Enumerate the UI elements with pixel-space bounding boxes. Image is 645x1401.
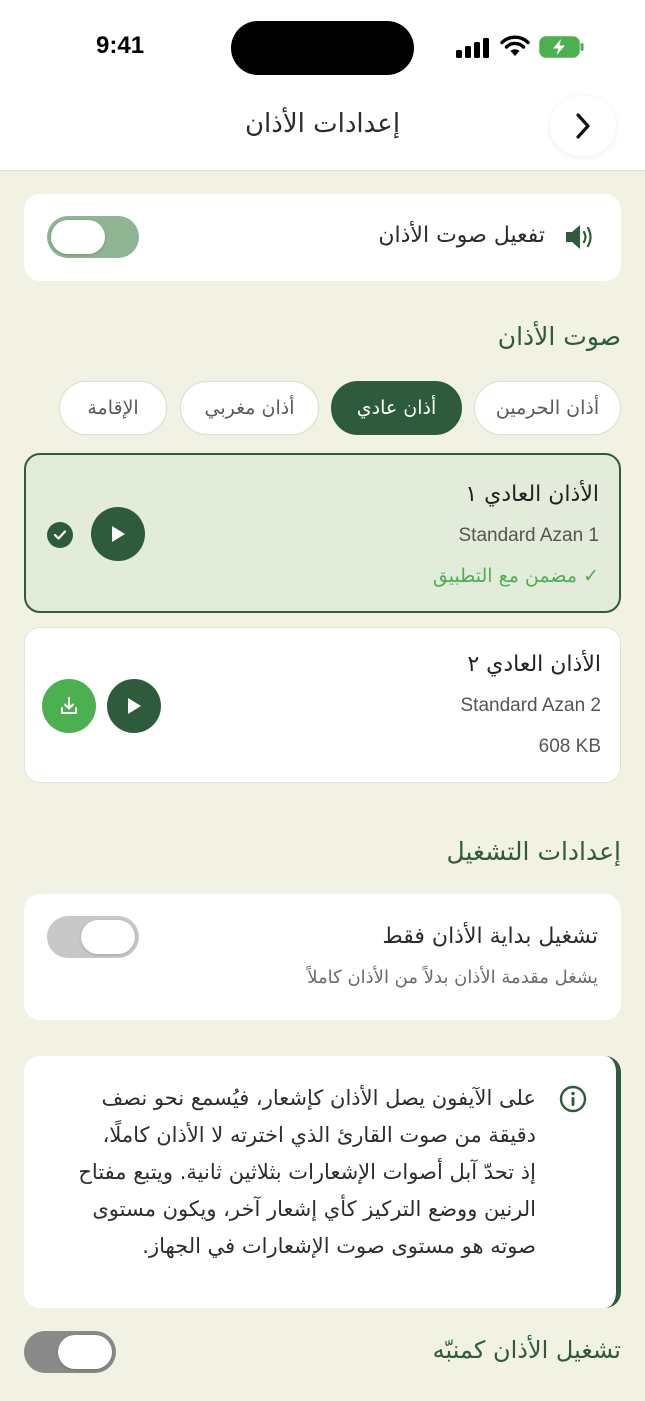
azan-item-2[interactable]: الأذان العادي ٢ Standard Azan 2 608 KB: [24, 627, 621, 783]
play-icon: [128, 698, 141, 714]
start-only-label: تشغيل بداية الأذان فقط: [382, 924, 598, 949]
notice-line: دقيقة من صوت القارئ الذي اخترته لا الأذا…: [102, 1123, 536, 1147]
chip-moroccan[interactable]: أذان مغربي: [180, 381, 319, 435]
ios-notice-text: على الآيفون يصل الأذان كإشعار، فيُسمع نح…: [36, 1080, 536, 1265]
notice-line: الرنين ووضع التركيز كأي إشعار آخر، ويكون…: [92, 1197, 536, 1221]
download-button[interactable]: [42, 679, 96, 733]
download-icon: [61, 697, 77, 714]
ios-notice-card: على الآيفون يصل الأذان كإشعار، فيُسمع نح…: [24, 1056, 621, 1308]
notice-line: صوته هو مستوى صوت الإشعارات في الجهاز.: [142, 1234, 536, 1258]
header: إعدادات الأذان: [0, 95, 645, 171]
info-icon: [559, 1085, 587, 1113]
play-button[interactable]: [107, 679, 161, 733]
back-button[interactable]: [550, 96, 616, 156]
play-icon: [112, 526, 125, 542]
azan-item-title: الأذان العادي ١: [465, 482, 599, 507]
chip-haramain[interactable]: أذان الحرمين: [474, 381, 621, 435]
toggle-knob: [58, 1335, 112, 1369]
azan-item-1[interactable]: الأذان العادي ١ Standard Azan 1 ✓ مضمن م…: [24, 453, 621, 613]
speaker-icon: [566, 225, 592, 249]
start-only-toggle[interactable]: [47, 916, 139, 958]
azan-item-subtitle: Standard Azan 1: [458, 525, 600, 546]
alarm-toggle-label: تشغيل الأذان كمنبّه: [432, 1336, 621, 1364]
azan-sound-toggle[interactable]: [47, 216, 139, 258]
play-button[interactable]: [91, 507, 145, 561]
wifi-icon: [500, 35, 530, 56]
signal-icon: [456, 36, 492, 58]
chip-iqama[interactable]: الإقامة: [59, 381, 167, 435]
bundled-label: ✓ مضمن مع التطبيق: [432, 565, 599, 587]
start-only-description: يشغل مقدمة الأذان بدلاً من الأذان كاملاً: [307, 967, 598, 988]
status-bar: 9:41: [0, 0, 645, 95]
toggle-knob: [81, 920, 135, 954]
status-time: 9:41: [96, 32, 145, 59]
toggle-knob: [51, 220, 105, 254]
azan-sound-toggle-label: تفعيل صوت الأذان: [378, 223, 545, 248]
notice-line: إذ تحدّ آبل أصوات الإشعارات بثلاثين ثاني…: [78, 1160, 536, 1184]
azan-sound-section-title: صوت الأذان: [497, 322, 621, 351]
azan-item-title: الأذان العادي ٢: [467, 652, 601, 677]
azan-sound-toggle-card: تفعيل صوت الأذان: [24, 194, 621, 281]
notice-line: على الآيفون يصل الأذان كإشعار، فيُسمع نح…: [101, 1086, 536, 1110]
chip-standard[interactable]: أذان عادي: [331, 381, 462, 435]
file-size-label: 608 KB: [538, 736, 601, 757]
dynamic-island: [231, 21, 414, 75]
playback-section-title: إعدادات التشغيل: [446, 837, 621, 866]
start-only-card: تشغيل بداية الأذان فقط يشغل مقدمة الأذان…: [24, 894, 621, 1020]
azan-item-subtitle: Standard Azan 2: [460, 695, 602, 716]
alarm-toggle[interactable]: [24, 1331, 116, 1373]
page-title: إعدادات الأذان: [244, 109, 401, 139]
chevron-right-icon: [576, 113, 590, 139]
selected-check-icon: [47, 522, 73, 548]
battery-icon: [539, 36, 584, 58]
